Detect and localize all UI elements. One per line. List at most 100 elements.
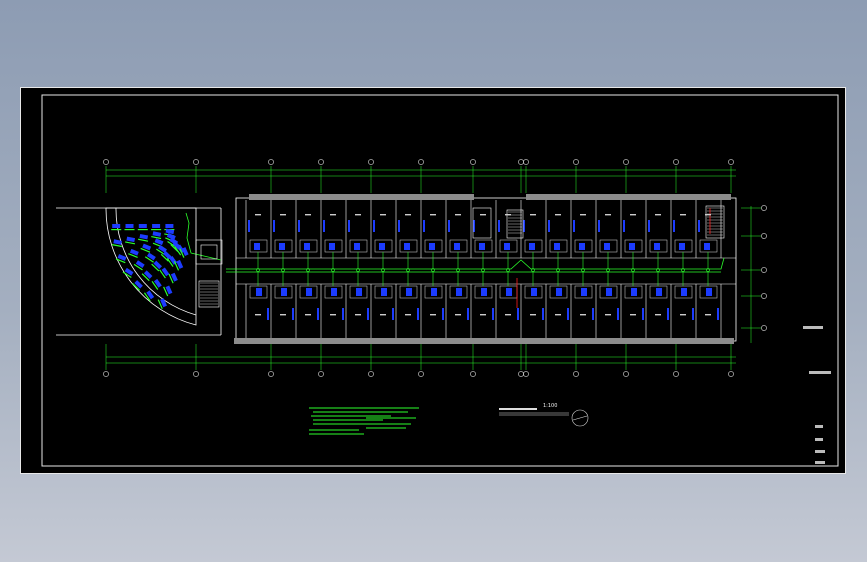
room-label-mark <box>255 214 261 216</box>
fixture-blue <box>454 243 460 250</box>
room-label-mark <box>380 314 386 316</box>
axis-bubble-bottom <box>418 371 424 377</box>
fixture-blue <box>681 288 687 296</box>
room-label-mark <box>405 214 411 216</box>
room-label-mark <box>505 314 511 316</box>
fixture-blue <box>379 243 385 250</box>
wing-wiring <box>151 229 162 231</box>
axis-bubble-right <box>761 267 767 273</box>
room-label-mark <box>480 214 486 216</box>
right-annotations <box>803 326 831 464</box>
fixture-blue <box>617 308 619 320</box>
room-label-mark <box>505 214 511 216</box>
drawing-frame <box>41 94 839 467</box>
wing-fixture <box>112 224 121 228</box>
fixture-blue <box>517 308 519 320</box>
fixture-blue <box>392 308 394 320</box>
room-label-mark <box>630 314 636 316</box>
fixture-blue <box>581 288 587 296</box>
room-label-mark <box>555 314 561 316</box>
fixture-blue <box>342 308 344 320</box>
axis-bubble-top <box>673 159 679 165</box>
axis-bubble-bottom <box>103 371 109 377</box>
room-label-mark <box>655 314 661 316</box>
room-label-mark <box>280 314 286 316</box>
green-notes-block <box>309 407 419 435</box>
fixture-blue <box>479 243 485 250</box>
corridor-wiring <box>226 257 725 273</box>
room-label-mark <box>405 314 411 316</box>
axis-bubble-top <box>728 159 734 165</box>
wing-fixture <box>126 236 136 243</box>
fixture-blue <box>267 308 269 320</box>
floor-plan-drawing <box>41 94 839 467</box>
fixture-blue <box>404 243 410 250</box>
axis-bubble-top <box>103 159 109 165</box>
fixture-blue <box>656 288 662 296</box>
stair-core-left <box>195 239 223 308</box>
room-label-mark <box>605 214 611 216</box>
fixture-blue <box>654 243 660 250</box>
fixture-blue <box>442 308 444 320</box>
fixture-blue <box>306 288 312 296</box>
room-label-mark <box>305 214 311 216</box>
room-label-mark <box>305 314 311 316</box>
fixture-blue <box>304 243 310 250</box>
axis-bubble-top <box>623 159 629 165</box>
axis-bubble-right <box>761 325 767 331</box>
axis-bubble-right <box>761 233 767 239</box>
fixture-blue <box>429 243 435 250</box>
fixture-blue <box>323 220 325 232</box>
fixture-blue <box>698 220 700 232</box>
fixture-blue <box>331 288 337 296</box>
drawing-scale: 1:100 <box>543 403 558 409</box>
room-label-mark <box>430 314 436 316</box>
fixture-blue <box>673 220 675 232</box>
fixture-blue <box>431 288 437 296</box>
axis-bubble-top <box>368 159 374 165</box>
axis-bubble-bottom <box>193 371 199 377</box>
axis-bubble-bottom <box>318 371 324 377</box>
axis-bubble-bottom <box>368 371 374 377</box>
room-label-mark <box>255 314 261 316</box>
fixture-blue <box>529 243 535 250</box>
fixture-blue <box>492 308 494 320</box>
fixture-blue <box>348 220 350 232</box>
axis-bubble-right <box>761 205 767 211</box>
room-label-mark <box>455 314 461 316</box>
fixture-blue <box>317 308 319 320</box>
cad-viewport[interactable]: 1:100 <box>20 87 846 474</box>
wing-fixture <box>125 224 134 228</box>
room-label-mark <box>280 214 286 216</box>
curved-wing-fixtures <box>111 212 222 310</box>
fixture-blue <box>329 243 335 250</box>
axis-bubble-top <box>573 159 579 165</box>
wing-wiring <box>111 229 122 231</box>
room-label-mark <box>380 214 386 216</box>
room-label-mark <box>680 214 686 216</box>
fixture-blue <box>467 308 469 320</box>
fixture-blue <box>631 288 637 296</box>
fixture-blue <box>623 220 625 232</box>
fixture-blue <box>423 220 425 232</box>
axis-bubble-top <box>193 159 199 165</box>
wing-fixture <box>152 231 162 237</box>
fixture-blue <box>256 288 262 296</box>
fixture-blue <box>556 288 562 296</box>
fixture-blue <box>706 288 712 296</box>
axis-bubble-top <box>268 159 274 165</box>
room-label-mark <box>655 214 661 216</box>
fixture-blue <box>498 220 500 232</box>
fixture-blue <box>573 220 575 232</box>
room-label-mark <box>680 314 686 316</box>
wing-fixture <box>139 233 149 240</box>
fixture-blue <box>554 243 560 250</box>
fixture-blue <box>679 243 685 250</box>
fixture-blue <box>506 288 512 296</box>
fixture-blue <box>417 308 419 320</box>
room-label-mark <box>330 214 336 216</box>
axis-bubble-top <box>318 159 324 165</box>
fixture-blue <box>273 220 275 232</box>
fixture-blue <box>606 288 612 296</box>
axis-bubble-top <box>523 159 529 165</box>
